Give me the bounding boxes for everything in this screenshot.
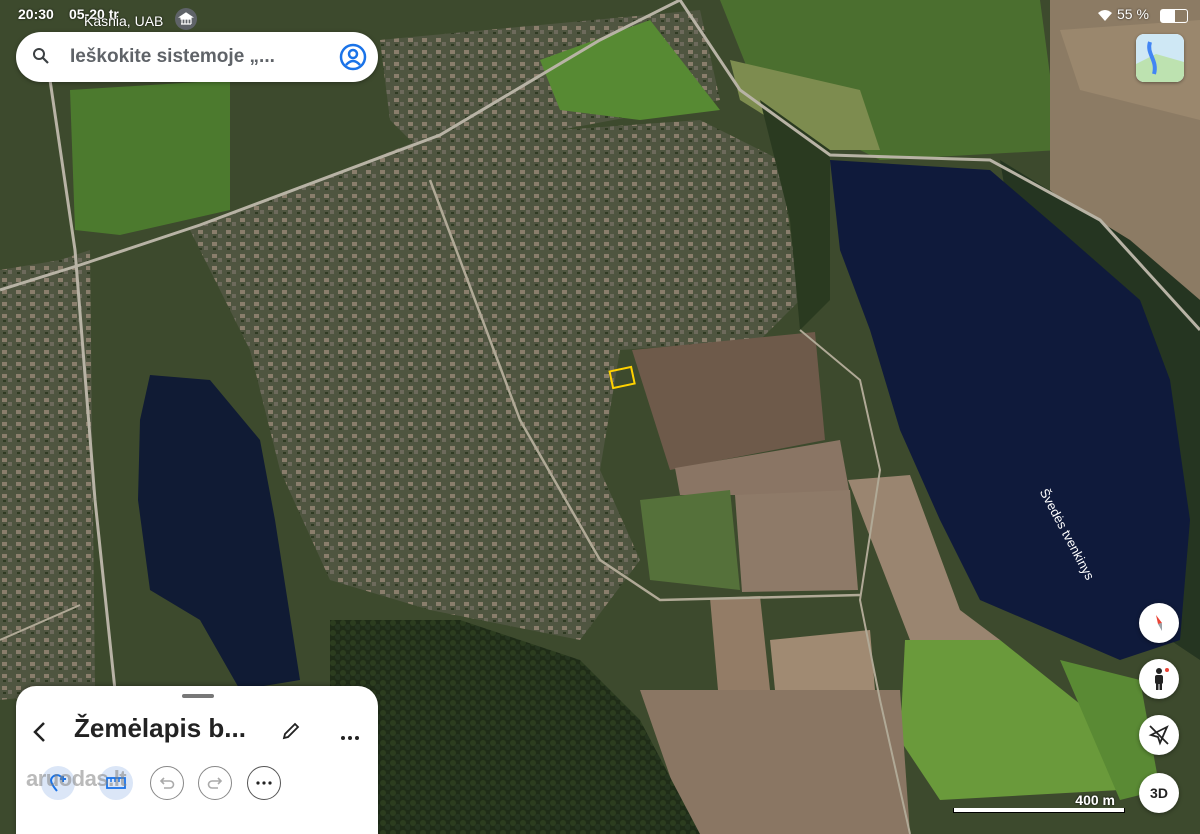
add-place-icon	[49, 774, 66, 792]
battery-icon	[1160, 9, 1188, 23]
wifi-icon	[1097, 9, 1113, 27]
compass-button[interactable]	[1139, 603, 1179, 643]
ruler-icon	[106, 777, 126, 789]
search-bar[interactable]: Ieškokite sistemoje „...	[16, 32, 378, 82]
status-time: 20:30	[18, 6, 54, 22]
3d-button[interactable]: 3D	[1139, 773, 1179, 813]
street-view-button[interactable]	[1139, 659, 1179, 699]
bottom-sheet[interactable]: Žemėlapis b... aruodas.lt	[16, 686, 378, 834]
measure-button[interactable]	[99, 766, 133, 800]
battery-percent: 55 %	[1117, 6, 1149, 22]
bank-icon	[175, 8, 197, 30]
more-horizontal-icon	[256, 781, 272, 785]
pencil-icon[interactable]	[280, 720, 302, 747]
my-location-button[interactable]	[1139, 715, 1179, 755]
chevron-left-icon[interactable]	[30, 720, 50, 749]
add-place-button[interactable]	[41, 766, 75, 800]
drag-handle[interactable]	[182, 694, 214, 698]
pegman-icon	[1155, 668, 1169, 690]
more-horizontal-icon[interactable]	[340, 728, 360, 746]
scale-bar: 400 m	[953, 792, 1125, 816]
redo-button[interactable]	[198, 766, 232, 800]
layers-button[interactable]	[1136, 34, 1184, 82]
account-icon[interactable]	[338, 42, 368, 72]
compass-icon	[1156, 615, 1162, 631]
scale-bar-line	[953, 808, 1125, 813]
layers-icon	[1136, 34, 1184, 82]
redo-icon	[207, 777, 223, 789]
location-arrow-icon	[1148, 725, 1169, 746]
search-input[interactable]: Ieškokite sistemoje „...	[70, 46, 275, 68]
scale-label: 400 m	[1075, 792, 1115, 808]
more-tools-button[interactable]	[247, 766, 281, 800]
search-icon	[32, 47, 50, 70]
undo-icon	[159, 777, 175, 789]
sheet-title: Žemėlapis b...	[74, 713, 246, 743]
undo-button[interactable]	[150, 766, 184, 800]
map-place-label[interactable]: Kasnia, UAB	[84, 13, 163, 29]
